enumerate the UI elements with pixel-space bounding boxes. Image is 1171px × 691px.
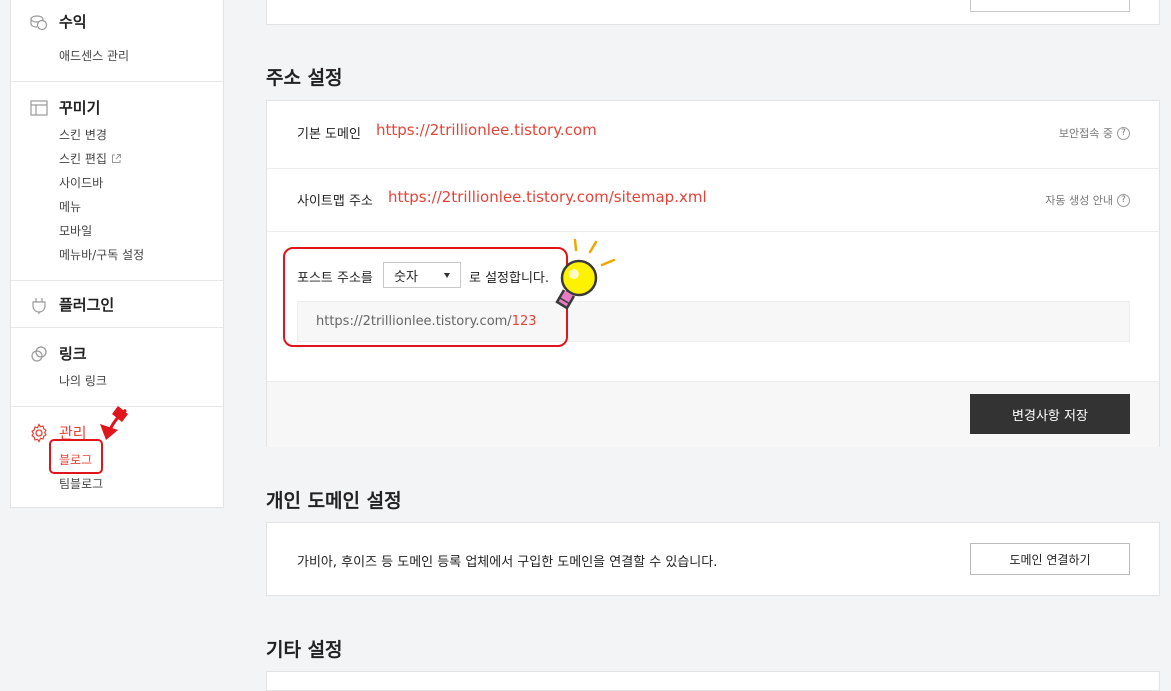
sidebar-head-decorate[interactable]: 꾸미기 — [29, 97, 100, 118]
sidebar-title-revenue: 수익 — [59, 13, 87, 31]
section-title-personal-domain: 개인 도메인 설정 — [266, 490, 402, 512]
secure-access-help[interactable]: 보안접속 중 ? — [1059, 125, 1130, 141]
personal-domain-card: 가비아, 후이즈 등 도메인 등록 업체에서 구입한 도메인을 연결할 수 있습… — [266, 522, 1160, 596]
sidebar-item-adsense[interactable]: 애드센스 관리 — [59, 47, 129, 64]
basic-domain-url[interactable]: https://2trillionlee.tistory.com — [376, 121, 597, 139]
sidebar-head-revenue[interactable]: 수익 — [29, 11, 87, 32]
row-divider — [267, 231, 1159, 232]
annotation-box-post-address — [283, 247, 568, 347]
question-icon: ? — [1117, 126, 1130, 140]
auto-generate-help[interactable]: 자동 생성 안내 ? — [1045, 192, 1130, 208]
coins-icon — [29, 12, 49, 32]
personal-domain-description: 가비아, 후이즈 등 도메인 등록 업체에서 구입한 도메인을 연결할 수 있습… — [297, 555, 718, 570]
previous-settings-card — [266, 0, 1160, 25]
external-link-icon — [111, 153, 122, 164]
sidebar-item-menubar[interactable]: 메뉴바/구독 설정 — [59, 246, 144, 263]
lightbulb-icon — [555, 238, 616, 310]
secure-access-label: 보안접속 중 — [1058, 127, 1113, 140]
section-title-address: 주소 설정 — [266, 67, 343, 89]
sitemap-label: 사이트맵 주소 — [297, 194, 373, 209]
sidebar-item-mobile[interactable]: 모바일 — [59, 222, 92, 239]
annotation-arrow-icon — [100, 406, 128, 440]
sidebar-title-decorate: 꾸미기 — [59, 99, 101, 117]
sidebar-divider — [11, 81, 223, 82]
question-icon: ? — [1117, 193, 1130, 207]
row-divider — [267, 168, 1159, 169]
save-changes-button[interactable]: 변경사항 저장 — [970, 394, 1130, 434]
previous-button-edge[interactable] — [970, 0, 1130, 12]
sitemap-url[interactable]: https://2trillionlee.tistory.com/sitemap… — [388, 188, 707, 206]
plug-icon — [29, 295, 49, 315]
sidebar-item-menu[interactable]: 메뉴 — [59, 198, 81, 215]
sidebar-title-link: 링크 — [59, 345, 87, 363]
basic-domain-label: 기본 도메인 — [297, 127, 361, 142]
other-settings-card — [266, 671, 1160, 691]
sidebar-item-skin-edit[interactable]: 스킨 편집 — [59, 150, 122, 167]
sidebar-item-skin-change[interactable]: 스킨 변경 — [59, 126, 107, 143]
sidebar-item-my-link[interactable]: 나의 링크 — [59, 372, 107, 389]
sidebar-item-team-blog[interactable]: 팀블로그 — [59, 475, 103, 492]
auto-generate-label: 자동 생성 안내 — [1045, 194, 1113, 207]
sidebar-head-link[interactable]: 링크 — [29, 343, 87, 364]
annotation-box-blog — [49, 439, 103, 474]
sidebar-title-plugin: 플러그인 — [59, 296, 115, 314]
link-icon — [29, 344, 49, 364]
sidebar-divider — [11, 327, 223, 328]
sidebar-item-label: 스킨 편집 — [59, 152, 107, 166]
gear-icon — [29, 422, 49, 443]
connect-domain-button[interactable]: 도메인 연결하기 — [970, 543, 1130, 575]
sidebar-head-plugin[interactable]: 플러그인 — [29, 294, 114, 315]
sidebar-divider — [11, 280, 223, 281]
section-title-other: 기타 설정 — [266, 639, 343, 661]
sidebar-item-sidebar[interactable]: 사이드바 — [59, 174, 103, 191]
layout-icon — [29, 98, 49, 118]
